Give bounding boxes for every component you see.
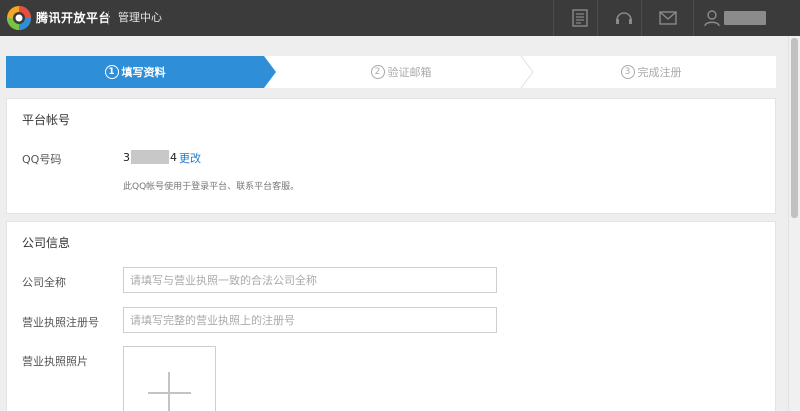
brand-name[interactable]: 腾讯开放平台 xyxy=(36,0,111,36)
user-menu[interactable] xyxy=(693,0,800,36)
registration-steps: 1 填写资料 2 验证邮箱 3 完成注册 xyxy=(6,56,776,88)
qq-redacted xyxy=(131,150,169,164)
scrollbar-thumb[interactable] xyxy=(791,38,798,218)
headset-icon xyxy=(615,12,632,24)
panel-title: 平台帐号 xyxy=(22,113,71,127)
step-2-verify-email: 2 验证邮箱 xyxy=(276,56,526,88)
step-number: 2 xyxy=(370,65,385,79)
document-icon xyxy=(571,9,588,27)
messages-button[interactable] xyxy=(641,0,693,36)
step-1-fill-info: 1 填写资料 xyxy=(6,56,264,88)
license-photo-label: 营业执照照片 xyxy=(22,355,88,368)
license-number-input[interactable] xyxy=(123,307,497,333)
tencent-logo-icon[interactable] xyxy=(6,5,32,31)
plus-icon-vertical xyxy=(168,372,170,411)
change-qq-link[interactable]: 更改 xyxy=(179,150,201,166)
brand-divider xyxy=(108,11,109,25)
mail-icon xyxy=(658,11,677,25)
license-photo-upload[interactable] xyxy=(123,346,216,411)
qq-hint-text: 此QQ帐号使用于登录平台、联系平台客服。 xyxy=(123,182,300,192)
page-section-title: 管理中心 xyxy=(118,11,162,24)
qq-number-label: QQ号码 xyxy=(22,153,62,166)
step-number: 3 xyxy=(620,65,635,79)
top-navigation-bar: 腾讯开放平台 管理中心 xyxy=(0,0,800,36)
platform-account-panel: 平台帐号 QQ号码 3 4 更改 此QQ帐号使用于登录平台、联系平台客服。 xyxy=(6,98,776,214)
user-name-redacted xyxy=(724,11,766,25)
company-name-input[interactable] xyxy=(123,267,497,293)
step-number: 1 xyxy=(104,65,119,79)
company-info-panel: 公司信息 公司全称 营业执照注册号 营业执照照片 xyxy=(6,221,776,411)
qq-prefix: 3 xyxy=(123,150,130,164)
step-3-complete: 3 完成注册 xyxy=(526,56,776,88)
step-label: 验证邮箱 xyxy=(387,66,432,79)
license-number-label: 营业执照注册号 xyxy=(22,316,99,329)
user-icon xyxy=(704,10,720,27)
qq-suffix: 4 xyxy=(170,150,177,164)
qq-number-value: 3 4 xyxy=(123,150,177,164)
company-name-label: 公司全称 xyxy=(22,276,66,289)
step-label: 完成注册 xyxy=(637,66,682,79)
step-label: 填写资料 xyxy=(121,66,166,79)
page-scrollbar[interactable] xyxy=(788,36,800,411)
panel-title: 公司信息 xyxy=(22,236,71,250)
